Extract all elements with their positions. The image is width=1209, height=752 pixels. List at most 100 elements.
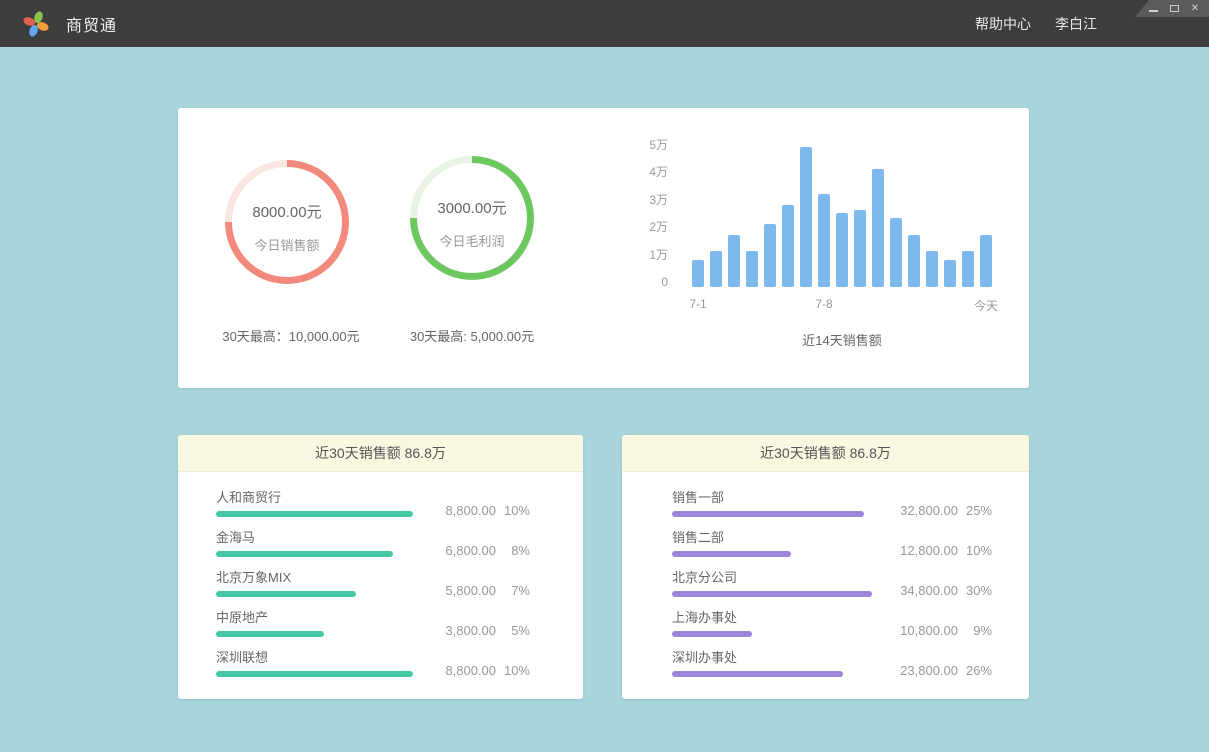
list-item-percent: 25% [958,503,992,518]
list-item: 上海办事处 10,800.00 9% [672,610,1029,637]
bar [710,251,722,287]
list-item-bar [216,671,413,677]
list-item-bar [216,551,393,557]
list-item-bar [216,511,413,517]
customers-card-body: 人和商贸行 8,800.00 10% 金海马 6,800.00 8% 北京万象M… [178,472,583,677]
list-item-amount: 6,800.00 [424,543,496,558]
bar [764,224,776,287]
sales-14d-caption: 近14天销售额 [692,330,992,349]
list-item: 北京万象MIX 5,800.00 7% [216,570,583,597]
close-button[interactable]: ✕ [1190,3,1200,15]
bar [980,235,992,287]
departments-sales-card: 近30天销售额 86.8万 销售一部 32,800.00 25% 销售二部 12… [622,435,1029,699]
today-profit-center: 3000.00元 今日毛利润 [417,163,527,273]
today-profit-ring: 3000.00元 今日毛利润 [410,156,534,280]
list-item-percent: 9% [958,623,992,638]
list-item-percent: 10% [958,543,992,558]
y-axis-tick: 3万 [642,193,668,207]
bar [962,251,974,287]
list-item-percent: 7% [496,583,530,598]
today-sales-ring: 8000.00元 今日销售额 [225,160,349,284]
departments-card-body: 销售一部 32,800.00 25% 销售二部 12,800.00 10% 北京… [622,472,1029,677]
list-item-bar [672,631,752,637]
list-item: 销售二部 12,800.00 10% [672,530,1029,557]
list-item-values: 12,800.00 10% [886,543,992,558]
overview-card: 8000.00元 今日销售额 3000.00元 今日毛利润 30天最高：10,0… [178,108,1029,388]
list-item-values: 6,800.00 8% [424,543,530,558]
y-axis-tick: 2万 [642,220,668,234]
sales-bar-xaxis: 7-17-8今天 [692,287,1010,307]
bar [926,251,938,287]
y-axis-tick: 1万 [642,248,668,262]
today-sales-center: 8000.00元 今日销售额 [232,167,342,277]
y-axis-tick: 5万 [642,138,668,152]
today-profit-label: 今日毛利润 [439,231,504,250]
user-menu[interactable]: 李白江 [1055,14,1097,34]
list-item-amount: 23,800.00 [886,663,958,678]
window-controls: ✕ [1135,0,1209,17]
list-item-amount: 34,800.00 [886,583,958,598]
topbar: 商贸通 帮助中心 李白江 ✕ [0,0,1209,47]
minimize-button[interactable] [1148,3,1158,15]
list-item-bar [672,591,872,597]
bar [800,147,812,287]
list-item-percent: 5% [496,623,530,638]
customers-card-header: 近30天销售额 86.8万 [178,435,583,472]
y-axis-tick: 4万 [642,165,668,179]
bar [692,260,704,287]
bar [746,251,758,287]
list-item-values: 3,800.00 5% [424,623,530,638]
list-item-percent: 30% [958,583,992,598]
sales-bar-plot: 01万2万3万4万5万 [692,137,992,287]
x-axis-tick: 今天 [974,297,998,314]
list-item-amount: 3,800.00 [424,623,496,638]
today-sales-label: 今日销售额 [254,235,319,254]
list-item: 销售一部 32,800.00 25% [672,490,1029,517]
help-center-link[interactable]: 帮助中心 [975,14,1031,34]
list-item: 北京分公司 34,800.00 30% [672,570,1029,597]
list-item: 金海马 6,800.00 8% [216,530,583,557]
list-item-bar [672,551,791,557]
list-item-percent: 26% [958,663,992,678]
customers-card-title: 近30天销售额 86.8万 [315,443,446,463]
maximize-button[interactable] [1169,3,1179,15]
list-item-values: 8,800.00 10% [424,503,530,518]
departments-card-header: 近30天销售额 86.8万 [622,435,1029,472]
minimize-icon [1149,10,1158,12]
departments-card-title: 近30天销售额 86.8万 [760,443,891,463]
topbar-right: 帮助中心 李白江 [975,0,1097,47]
bar [872,169,884,287]
list-item: 深圳联想 8,800.00 10% [216,650,583,677]
list-item-bar [216,631,324,637]
list-item: 深圳办事处 23,800.00 26% [672,650,1029,677]
list-item-amount: 8,800.00 [424,663,496,678]
list-item: 中原地产 3,800.00 5% [216,610,583,637]
list-item-amount: 12,800.00 [886,543,958,558]
bar [890,218,902,287]
bar [782,205,794,287]
today-profit-donut: 3000.00元 今日毛利润 [410,156,534,280]
list-item-amount: 10,800.00 [886,623,958,638]
x-axis-tick: 7-1 [689,297,706,311]
list-item-amount: 32,800.00 [886,503,958,518]
today-sales-value: 8000.00元 [252,201,321,222]
sales-30d-max: 30天最高：10,000.00元 [186,326,396,345]
profit-30d-max: 30天最高: 5,000.00元 [367,326,577,345]
app-title: 商贸通 [66,12,117,36]
list-item-percent: 8% [496,543,530,558]
bar [854,210,866,287]
maximize-icon [1170,5,1179,12]
list-item-values: 8,800.00 10% [424,663,530,678]
list-item-values: 5,800.00 7% [424,583,530,598]
list-item-values: 23,800.00 26% [886,663,992,678]
list-item-bar [672,511,864,517]
sales-14d-chart: 01万2万3万4万5万 7-17-8今天 [650,137,1010,307]
customers-sales-card: 近30天销售额 86.8万 人和商贸行 8,800.00 10% 金海马 6,8… [178,435,583,699]
list-item-values: 34,800.00 30% [886,583,992,598]
bar [908,235,920,287]
list-item-percent: 10% [496,663,530,678]
list-item-percent: 10% [496,503,530,518]
bar [818,194,830,287]
list-item-bar [216,591,356,597]
today-sales-donut: 8000.00元 今日销售额 [225,160,349,284]
